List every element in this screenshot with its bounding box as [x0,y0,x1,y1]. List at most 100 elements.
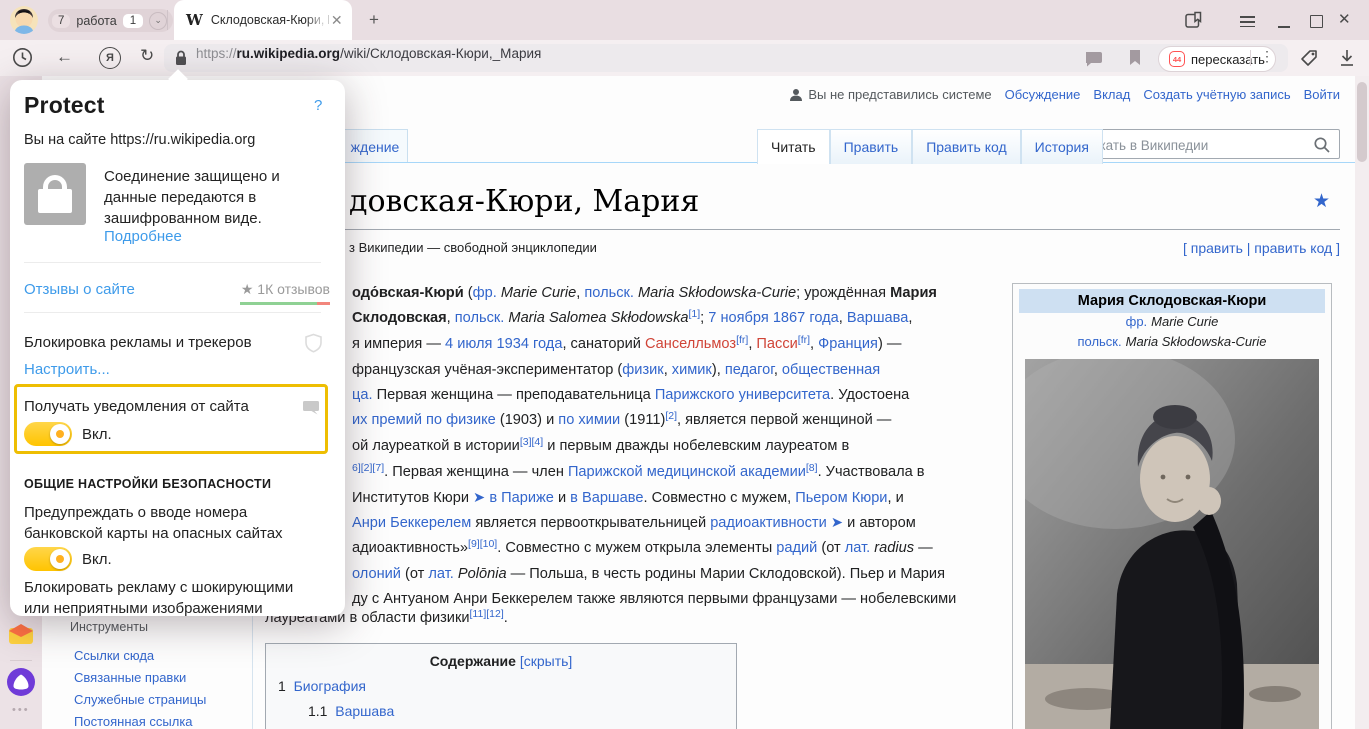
wiki-link[interactable]: [3][4] [520,436,543,448]
wiki-link[interactable]: ца. [352,387,373,403]
wiki-link[interactable]: Варшава [847,310,909,326]
link-create-account[interactable]: Создать учётную запись [1143,87,1290,102]
tab-read[interactable]: Читать [757,129,830,164]
site-reviews-link[interactable]: Отзывы о сайте [24,281,135,298]
bookmark-icon[interactable] [1128,49,1142,66]
tab-edit[interactable]: Править [830,129,913,164]
wiki-link[interactable]: радий [776,540,817,556]
tab-edit-code[interactable]: Править код [912,129,1020,164]
bookmarks-panel-icon[interactable] [1183,10,1203,30]
link-discussion[interactable]: Обсуждение [1005,87,1081,102]
notifications-toggle[interactable] [24,422,72,446]
wiki-link[interactable]: в Варшаве [570,490,643,506]
wiki-link[interactable]: химик [672,362,712,378]
tab-history[interactable]: История [1021,129,1103,164]
wiki-link[interactable]: Пьером Кюри [795,490,887,506]
watchlist-star-icon[interactable]: ★ [1313,190,1330,213]
wiki-link[interactable]: олоний [352,566,401,582]
wiki-search-input[interactable] [1081,131,1313,159]
wiki-search-box[interactable] [1072,129,1340,159]
comments-icon[interactable] [1086,51,1104,67]
downloads-icon[interactable] [1336,47,1358,69]
toc-hide-link[interactable]: [скрыть] [520,653,572,669]
wiki-link[interactable]: Пасси [756,336,797,352]
wiki-link[interactable]: [1] [688,308,700,320]
shield-icon [304,333,323,353]
chevron-down-icon[interactable]: ⌄ [149,12,167,30]
wiki-link[interactable]: общественная [782,362,880,378]
details-link[interactable]: Подробнее [104,228,182,245]
text-segment: ( [464,285,473,301]
back-button[interactable]: ← [56,47,73,67]
toc-item[interactable]: 1 Биография [278,678,736,694]
active-browser-tab[interactable]: W Склодовская-Кюри, Ма ✕ [174,0,352,40]
link-contributions[interactable]: Вклад [1093,87,1130,102]
history-clock-icon[interactable] [12,47,33,68]
protect-help-link[interactable]: ? [314,97,322,114]
window-close-button[interactable]: ✕ [1338,10,1351,28]
wiki-link[interactable]: [9][10] [468,538,497,550]
link-login[interactable]: Войти [1304,87,1340,102]
wiki-link[interactable]: Франция [818,336,878,352]
alice-assistant-icon[interactable] [7,668,35,696]
wiki-link[interactable]: [8] [806,462,818,474]
page-scrollbar[interactable] [1355,76,1369,729]
wiki-link[interactable]: лат. [845,540,870,556]
wiki-link[interactable]: Парижского университета [655,387,830,403]
rephrase-button[interactable]: 44 пересказать [1158,46,1276,72]
yandex-button[interactable]: Я [99,47,121,69]
wiki-link[interactable]: педагог [725,362,774,378]
wiki-link[interactable]: 7 ноября [708,310,768,326]
wiki-link[interactable]: радиоактивности ➤ [710,515,843,531]
wiki-link[interactable]: лат. [428,566,453,582]
text-segment: и первым дважды нобелевским лауреатом в [543,438,849,454]
window-maximize-button[interactable] [1310,15,1323,28]
wiki-link[interactable]: 6][2][7] [352,462,384,474]
side-panel-more-icon[interactable]: ••• [12,704,30,716]
wiki-link[interactable]: польск. [455,310,505,326]
tab-close-icon[interactable]: ✕ [331,12,343,29]
wiki-link[interactable]: [fr] [798,334,810,346]
yandex-mail-icon[interactable] [8,622,34,648]
reload-button[interactable]: ↻ [140,46,154,66]
toc-subitem[interactable]: 1.1 Варшава [308,703,736,719]
sidebar-link-special-pages[interactable]: Служебные страницы [74,692,206,707]
wiki-link[interactable]: Анри Беккерелем [352,515,471,531]
person-icon [789,88,803,102]
wiki-link[interactable]: 4 июля [445,336,492,352]
text-segment: ду с Антуаном Анри Беккерелем также явля… [352,591,956,607]
sidebar-link-permanent[interactable]: Постоянная ссылка [74,714,193,729]
wiki-link[interactable]: польск. [584,285,634,301]
lock-icon[interactable] [174,49,188,67]
new-tab-button[interactable]: + [362,8,386,32]
card-warning-toggle[interactable] [24,547,72,571]
sidebar-link-whatlinkshere[interactable]: Ссылки сюда [74,648,154,663]
wiki-link[interactable]: 1934 года [496,336,562,352]
menu-icon[interactable] [1240,13,1255,31]
wiki-link[interactable]: физик [622,362,663,378]
window-minimize-button[interactable] [1278,26,1290,28]
wikipedia-favicon: W [186,11,203,29]
wiki-link[interactable]: по химии [558,412,620,428]
tab-discussion-partial[interactable]: ждение [342,129,408,163]
toc-title: Содержание [скрыть] [266,653,736,669]
configure-link[interactable]: Настроить... [24,361,110,378]
wiki-link[interactable]: фр. [473,285,497,301]
wiki-link[interactable]: Парижской медицинской академии [568,464,806,480]
wiki-link[interactable]: [fr] [736,334,748,346]
section-edit-links[interactable]: [ править | править код ] [1183,240,1340,256]
wiki-link[interactable]: ➤ в Париже [473,490,554,506]
user-avatar[interactable] [10,6,38,34]
tab-group-chip[interactable]: 7 работа 1 ⌄ [48,9,173,32]
browser-window: Вы не представились системе Обсуждение В… [0,0,1369,729]
wiki-link[interactable]: их премий по физике [352,412,496,428]
sidebar-link-related-changes[interactable]: Связанные правки [74,670,186,685]
scrollbar-thumb[interactable] [1357,82,1367,162]
wiki-link[interactable]: [2] [665,410,677,422]
wiki-link[interactable]: [11][12] [470,608,504,620]
wiki-link[interactable]: 1867 года [773,310,839,326]
collections-tag-icon[interactable] [1298,47,1320,69]
search-icon[interactable] [1313,136,1331,154]
address-more-icon[interactable]: ⋮ [1260,48,1274,65]
wiki-link[interactable]: Санселльмоз [645,336,736,352]
